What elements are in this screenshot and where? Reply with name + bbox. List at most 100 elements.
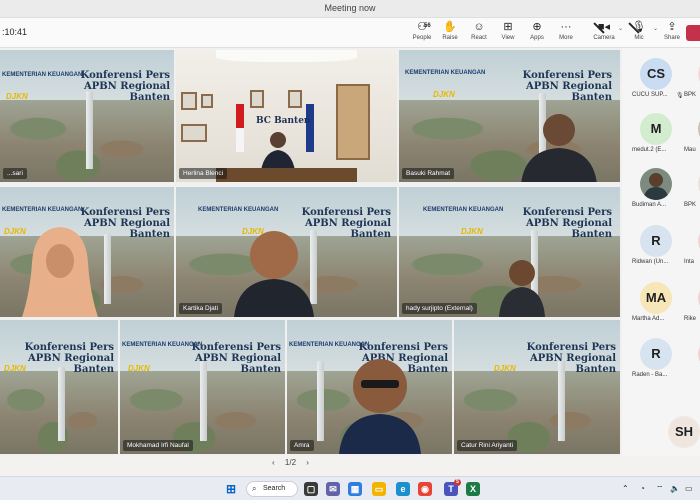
- banner-title-line2: APBN Regional Banten: [525, 81, 612, 103]
- wifi-icon[interactable]: ⌔: [656, 484, 664, 494]
- banner-title-line1: Konferensi Pers: [301, 207, 391, 218]
- avatar: SH: [668, 416, 700, 448]
- smile-icon: ☺: [473, 21, 485, 33]
- banner-title-line1: Konferensi Pers: [522, 70, 612, 81]
- participant-item[interactable]: Budiman A... BPK: [622, 166, 700, 211]
- djkn-logo: DJKN: [6, 92, 28, 101]
- djkn-logo: DJKN: [461, 227, 483, 236]
- portrait-frame: [288, 90, 302, 108]
- participant-name-cut-off: BPK: [684, 202, 697, 208]
- participant-item[interactable]: MA Martha Ad... Rike: [622, 280, 700, 325]
- video-tile[interactable]: KEMENTERIAN KEUANGAN Konferensi Pers APB…: [0, 50, 174, 182]
- participant-name-tag: Mokhamad Irfi Naufal: [123, 440, 193, 451]
- view-button[interactable]: ⊞ View: [493, 21, 523, 41]
- participant-item[interactable]: R Ridwan (Un... Inta: [622, 223, 700, 268]
- banner-title: Konferensi Pers APBN Regional Banten: [161, 342, 281, 375]
- next-page-chevron-icon[interactable]: ›: [306, 458, 309, 467]
- video-tile[interactable]: KEMENTERIAN KEUANGAN Konferensi Pers APB…: [0, 187, 174, 317]
- office-door: [336, 84, 370, 160]
- video-tile[interactable]: BC Banten Herlina Blenci: [176, 50, 397, 182]
- participants-rail: CS CUCU SUP... 🎙 BPK M medut.2 (E... Mau…: [622, 48, 700, 456]
- video-tile[interactable]: KEMENTERIAN KEUANGAN Konferensi Pers APB…: [399, 187, 620, 317]
- people-button[interactable]: ⚇ 56 People: [407, 21, 437, 41]
- banner-title-line1: Konferensi Pers: [526, 342, 616, 353]
- participant-name: CUCU SUP...: [632, 92, 668, 98]
- banner-title: Konferensi Pers APBN Regional Banten: [14, 342, 114, 375]
- participant-item[interactable]: CS CUCU SUP... 🎙 BPK: [622, 56, 700, 101]
- widgets-icon[interactable]: ▦: [348, 482, 362, 496]
- search-label: Search: [263, 485, 286, 492]
- mic-off-icon: 🎙: [676, 93, 684, 99]
- windows-start-icon[interactable]: ⊞: [224, 482, 238, 496]
- view-label: View: [501, 35, 515, 41]
- camera-button[interactable]: ■◂ ⌄ Camera: [589, 21, 623, 41]
- participant-item[interactable]: M medut.2 (E... Mau: [622, 111, 700, 156]
- video-tile[interactable]: Konferensi Pers APBN Regional Banten DJK…: [454, 320, 620, 454]
- wall-frame: [201, 94, 213, 108]
- plus-icon: ⊕: [532, 21, 542, 33]
- banner-title-line1: Konferensi Pers: [191, 342, 281, 353]
- edge-icon[interactable]: e: [396, 482, 410, 496]
- participant-photo: [643, 173, 669, 200]
- avatar: R: [640, 338, 672, 370]
- task-view-icon[interactable]: ▢: [304, 482, 318, 496]
- office-desk: [215, 168, 358, 182]
- leave-button[interactable]: [686, 25, 700, 41]
- mic-button[interactable]: 🎙 ⌄ Mic: [624, 21, 658, 41]
- participant-name-cut-off: Rike: [684, 316, 697, 322]
- raise-label: Raise: [442, 35, 458, 41]
- participant-name: medut.2 (E...: [632, 147, 667, 153]
- raise-hand-button[interactable]: ✋ Raise: [435, 21, 465, 41]
- share-icon: ⇪: [667, 21, 677, 33]
- volume-icon[interactable]: 🔈: [670, 484, 680, 493]
- react-label: React: [471, 35, 487, 41]
- banner-title-line1: Konferensi Pers: [24, 342, 114, 353]
- apps-label: Apps: [530, 35, 544, 41]
- tray-app-icon[interactable]: ◔: [640, 484, 645, 493]
- bc-banten-nameplate: BC Banten: [256, 116, 311, 126]
- chrome-icon[interactable]: ◉: [418, 482, 432, 496]
- battery-icon[interactable]: ▭: [685, 484, 693, 493]
- teams-icon[interactable]: T 5: [444, 479, 461, 496]
- file-explorer-icon[interactable]: ▭: [372, 482, 386, 496]
- camera-options-chevron-icon[interactable]: ⌄: [618, 25, 623, 32]
- chat-icon[interactable]: ✉: [326, 482, 340, 496]
- participant-name: Martha Ad...: [632, 316, 665, 322]
- more-button[interactable]: ··· More: [551, 21, 581, 41]
- participant-name-tag: ...sari: [3, 168, 27, 179]
- hand-icon: ✋: [443, 21, 457, 33]
- video-tile[interactable]: KEMENTERIAN KEUANGAN Konferensi Pers APB…: [287, 320, 452, 454]
- ministry-label: KEMENTERIAN KEUANGAN: [405, 70, 486, 76]
- grid-icon: ⊞: [503, 21, 513, 33]
- tower-landmark: [104, 234, 111, 304]
- djkn-logo: DJKN: [128, 364, 150, 373]
- participant-name-tag: Herlina Blenci: [179, 168, 228, 179]
- participant-item[interactable]: SH: [622, 414, 700, 459]
- taskbar-search[interactable]: ⌕ Search: [246, 481, 298, 497]
- react-button[interactable]: ☺ React: [464, 21, 494, 41]
- ellipsis-icon: ···: [560, 21, 572, 33]
- video-tile-active-speaker[interactable]: KEMENTERIAN KEUANGAN Konferensi Pers APB…: [176, 187, 397, 317]
- institution-flag: [306, 104, 314, 152]
- djkn-logo: DJKN: [433, 90, 455, 99]
- banner-title: Konferensi Pers APBN Regional Banten: [492, 207, 612, 240]
- participant-figure: [22, 227, 98, 317]
- share-button[interactable]: ⇪ Share: [657, 21, 687, 41]
- grid-pager: ‹ 1/2 ›: [268, 458, 313, 467]
- prev-page-chevron-icon[interactable]: ‹: [272, 458, 275, 467]
- video-tile[interactable]: Konferensi Pers APBN Regional Banten DJK…: [0, 320, 118, 454]
- participant-item[interactable]: R Raden - Ba...: [622, 336, 700, 381]
- participant-figure: [234, 231, 314, 317]
- people-label: People: [412, 35, 432, 41]
- page-indicator: 1/2: [284, 458, 297, 467]
- apps-button[interactable]: ⊕ Apps: [522, 21, 552, 41]
- wall-frame: [181, 124, 207, 142]
- excel-icon[interactable]: X: [466, 482, 480, 496]
- video-tile[interactable]: KEMENTERIAN KEUANGAN Konferensi Pers APB…: [399, 50, 620, 182]
- participant-name-cut-off: BPK: [684, 92, 697, 98]
- participant-name-tag: Kartika Djati: [179, 303, 223, 314]
- avatar-photo: [640, 168, 672, 200]
- video-tile[interactable]: KEMENTERIAN KEUANGAN Konferensi Pers APB…: [120, 320, 285, 454]
- participant-figure: [339, 359, 421, 454]
- tray-chevron-icon[interactable]: ⌃: [622, 484, 629, 493]
